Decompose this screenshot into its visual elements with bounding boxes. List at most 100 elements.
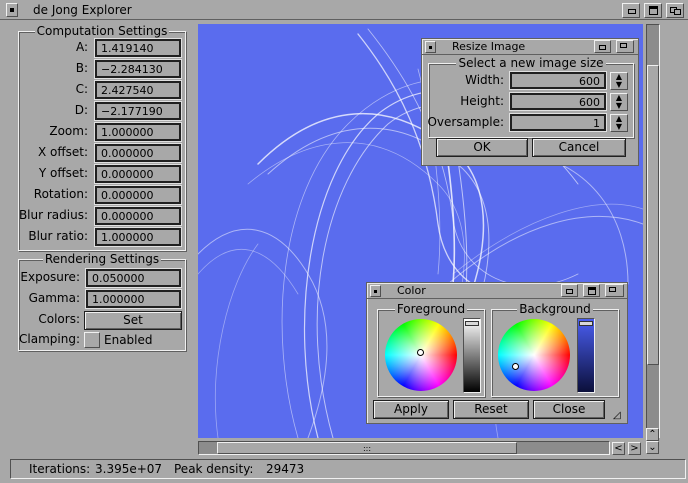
vertical-scroll-thumb[interactable] xyxy=(647,65,659,365)
computation-label-0: A: xyxy=(75,40,88,54)
computation-input-1[interactable]: −2.284130 xyxy=(94,59,182,79)
set-colors-button[interactable]: Set xyxy=(84,311,182,330)
restore-icon xyxy=(620,43,627,48)
computation-input-4[interactable]: 1.000000 xyxy=(94,122,182,142)
computation-label-9: Blur ratio: xyxy=(28,229,88,243)
computation-input-7[interactable]: 0.000000 xyxy=(94,185,182,205)
maximize-button[interactable] xyxy=(644,3,662,18)
height-spinner[interactable]: ▲ ▼ xyxy=(610,93,628,111)
computation-label-3: D: xyxy=(74,103,88,117)
background-wheel-marker[interactable] xyxy=(512,363,519,370)
oversample-spinner[interactable]: ▲ ▼ xyxy=(610,114,628,132)
scroll-up-button[interactable]: ⌃ xyxy=(646,428,659,441)
computation-label-2: C: xyxy=(75,82,88,96)
color-titlebar[interactable]: Color xyxy=(367,283,627,299)
resize-dialog-title: Resize Image xyxy=(452,40,526,53)
foreground-color-wheel[interactable] xyxy=(385,319,457,391)
computation-label-4: Zoom: xyxy=(49,124,88,138)
computation-settings-title: Computation Settings xyxy=(19,24,185,38)
foreground-title: Foreground xyxy=(378,302,484,316)
oversample-label: Oversample: xyxy=(427,115,504,129)
restore-icon xyxy=(609,287,616,292)
resize-group-title-text: Select a new image size xyxy=(456,56,606,70)
resize-titlebar[interactable]: Resize Image xyxy=(422,39,638,55)
maximize-icon xyxy=(649,6,658,15)
scroll-left-button[interactable]: < xyxy=(612,442,625,455)
background-title: Background xyxy=(492,302,618,316)
computation-label-6: Y offset: xyxy=(38,166,88,180)
computation-label-5: X offset: xyxy=(37,145,88,159)
resize-menu-button[interactable] xyxy=(425,41,436,53)
resize-restore-button[interactable] xyxy=(616,40,634,53)
color-restore-button[interactable] xyxy=(605,284,624,297)
clamping-checkbox[interactable] xyxy=(84,332,100,348)
oversample-input[interactable]: 1 xyxy=(509,113,607,132)
computation-input-2[interactable]: 2.427540 xyxy=(94,80,182,100)
gamma-input[interactable]: 1.000000 xyxy=(85,289,182,309)
reset-button[interactable]: Reset xyxy=(453,400,529,419)
computation-input-0[interactable]: 1.419140 xyxy=(94,38,182,58)
exposure-label: Exposure: xyxy=(20,270,80,284)
color-dialog-title: Color xyxy=(397,284,426,297)
background-title-text: Background xyxy=(517,302,593,316)
rendering-settings-title: Rendering Settings xyxy=(19,252,185,266)
minimize-icon xyxy=(566,289,573,294)
color-menu-button[interactable] xyxy=(370,285,381,297)
restore-button[interactable] xyxy=(666,3,684,18)
background-value-handle[interactable] xyxy=(579,321,593,326)
computation-input-8[interactable]: 0.000000 xyxy=(94,206,182,226)
clamping-label: Clamping: xyxy=(19,332,80,346)
window-menu-button[interactable] xyxy=(6,3,18,17)
width-spinner[interactable]: ▲ ▼ xyxy=(610,72,628,90)
ok-button[interactable]: OK xyxy=(436,138,528,157)
computation-label-1: B: xyxy=(75,61,88,75)
close-button[interactable]: Close xyxy=(533,400,605,419)
height-label: Height: xyxy=(460,94,504,108)
foreground-wheel-marker[interactable] xyxy=(417,349,424,356)
computation-settings-title-text: Computation Settings xyxy=(34,24,170,38)
color-dialog: Color Foreground Background Apply Reset … xyxy=(366,282,628,424)
peak-density-label: Peak density: xyxy=(174,462,254,476)
resize-group-title: Select a new image size xyxy=(429,56,633,70)
cancel-button[interactable]: Cancel xyxy=(532,138,626,157)
scroll-right-button[interactable]: > xyxy=(628,442,641,455)
foreground-title-text: Foreground xyxy=(394,302,468,316)
resize-image-dialog: Resize Image Select a new image size Wid… xyxy=(421,38,639,166)
foreground-value-slider[interactable] xyxy=(463,318,481,393)
computation-input-3[interactable]: −2.177190 xyxy=(94,101,182,121)
clamping-enabled-label: Enabled xyxy=(104,333,153,347)
minimize-button[interactable] xyxy=(622,3,640,18)
computation-label-8: Blur radius: xyxy=(18,208,88,222)
computation-input-6[interactable]: 0.000000 xyxy=(94,164,182,184)
resize-grip-icon[interactable]: ◿ xyxy=(613,410,625,422)
menu-icon xyxy=(374,290,377,293)
peak-density-value: 29473 xyxy=(266,462,305,476)
resize-minimize-button[interactable] xyxy=(594,40,611,53)
apply-button[interactable]: Apply xyxy=(373,400,449,419)
maximize-icon xyxy=(588,287,596,295)
width-input[interactable]: 600 xyxy=(509,71,607,90)
computation-input-9[interactable]: 1.000000 xyxy=(94,227,182,247)
height-input[interactable]: 600 xyxy=(509,92,607,111)
background-value-slider[interactable] xyxy=(577,318,595,393)
main-titlebar[interactable]: de Jong Explorer xyxy=(0,0,688,20)
iterations-value: 3.395e+07 xyxy=(95,462,163,476)
restore-icon-back xyxy=(674,9,681,15)
window-title: de Jong Explorer xyxy=(33,3,132,17)
rendering-settings-title-text: Rendering Settings xyxy=(42,252,162,266)
minimize-icon xyxy=(599,45,606,50)
color-minimize-button[interactable] xyxy=(561,284,578,297)
computation-input-5[interactable]: 0.000000 xyxy=(94,143,182,163)
foreground-value-handle[interactable] xyxy=(465,321,479,326)
iterations-label: Iterations: xyxy=(29,462,91,476)
scroll-down-button[interactable]: ⌄ xyxy=(646,441,659,454)
colors-label: Colors: xyxy=(38,312,80,326)
vertical-scrollbar[interactable] xyxy=(646,24,660,438)
background-color-wheel[interactable] xyxy=(498,319,570,391)
horizontal-scrollbar[interactable]: ::: xyxy=(198,441,610,455)
width-label: Width: xyxy=(465,73,504,87)
minimize-icon xyxy=(628,9,636,14)
horizontal-scroll-thumb[interactable]: ::: xyxy=(217,442,517,454)
exposure-input[interactable]: 0.050000 xyxy=(85,268,182,288)
color-maximize-button[interactable] xyxy=(583,284,600,297)
